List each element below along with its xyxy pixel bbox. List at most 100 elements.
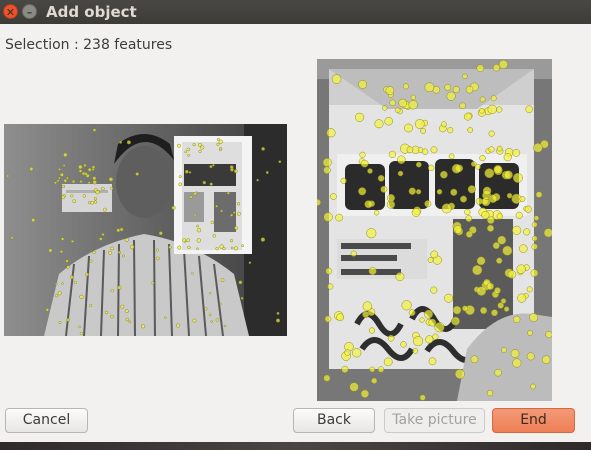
feature-point-marker	[419, 394, 426, 401]
feature-point-marker	[188, 171, 192, 174]
feature-point-marker	[400, 341, 407, 348]
feature-point-marker	[89, 259, 93, 263]
feature-point-marker	[424, 200, 432, 208]
feature-point-marker	[452, 305, 462, 315]
feature-point-marker	[512, 149, 521, 157]
feature-point-marker	[408, 100, 418, 110]
feature-point-marker	[415, 161, 422, 168]
back-button[interactable]: Back	[293, 408, 375, 433]
feature-point-marker	[57, 291, 62, 296]
feature-point-marker	[441, 203, 452, 214]
feature-point-marker	[355, 112, 365, 122]
feature-point-marker	[240, 296, 244, 300]
feature-point-marker	[164, 316, 167, 319]
feature-point-marker	[71, 239, 74, 243]
feature-point-marker	[352, 348, 362, 358]
feature-point-marker	[61, 282, 64, 285]
feature-point-marker	[323, 374, 331, 382]
feature-point-marker	[54, 181, 57, 185]
feature-point-marker	[444, 293, 454, 303]
feature-point-marker	[380, 185, 388, 193]
close-icon[interactable]: ✕	[3, 4, 18, 19]
feature-point-marker	[29, 167, 34, 171]
feature-point-marker	[541, 355, 551, 364]
feature-point-marker	[513, 315, 521, 324]
feature-point-marker	[454, 369, 465, 379]
feature-point-marker	[480, 306, 488, 315]
feature-point-marker	[486, 224, 495, 232]
feature-point-marker	[484, 168, 495, 179]
feature-point-marker	[323, 212, 333, 222]
feature-point-marker	[491, 309, 498, 317]
feature-point-marker	[506, 192, 513, 199]
feature-point-marker	[118, 250, 122, 254]
feature-point-marker	[344, 349, 351, 356]
feature-point-marker	[501, 347, 507, 353]
feature-point-marker	[533, 143, 543, 153]
feature-point-marker	[488, 146, 495, 153]
feature-point-marker	[87, 181, 91, 185]
take-picture-button[interactable]: Take picture	[384, 408, 485, 433]
feature-point-marker	[367, 168, 373, 174]
feature-point-marker	[507, 270, 517, 279]
feature-point-marker	[470, 355, 479, 364]
feature-point-marker	[496, 213, 503, 220]
feature-point-marker	[510, 349, 520, 358]
feature-point-marker	[394, 107, 401, 113]
feature-point-marker	[496, 257, 503, 264]
feature-point-marker	[220, 209, 223, 213]
feature-point-marker	[176, 323, 181, 328]
feature-point-marker	[82, 194, 86, 198]
feature-point-marker	[362, 301, 373, 311]
feature-point-marker	[323, 166, 331, 174]
feature-point-marker	[475, 197, 483, 205]
feature-point-marker	[212, 164, 215, 167]
feature-point-marker	[55, 282, 58, 286]
feature-point-marker	[543, 228, 552, 238]
feature-point-marker	[278, 160, 282, 164]
feature-point-marker	[155, 248, 159, 252]
feature-point-marker	[503, 306, 510, 312]
feature-point-marker	[427, 257, 434, 263]
feature-point-marker	[187, 245, 191, 250]
feature-point-marker	[350, 250, 357, 257]
feature-point-marker	[421, 148, 429, 155]
feature-point-marker	[66, 318, 70, 322]
feature-point-marker	[236, 211, 241, 216]
feature-point-marker	[198, 149, 202, 153]
selection-count-label: Selection : 238 features	[5, 37, 173, 53]
feature-point-marker	[126, 140, 131, 145]
feature-point-marker	[411, 208, 421, 217]
feature-point-marker	[215, 204, 218, 208]
feature-point-marker	[389, 99, 396, 107]
feature-point-marker	[220, 278, 225, 282]
feature-point-marker	[189, 195, 193, 199]
end-button[interactable]: End	[492, 408, 575, 433]
feature-point-marker	[472, 265, 483, 276]
feature-point-marker	[486, 389, 494, 397]
feature-point-marker	[428, 164, 435, 172]
feature-point-marker	[503, 170, 513, 180]
feature-point-marker	[60, 237, 65, 241]
feature-point-marker	[141, 324, 146, 329]
feature-point-marker	[512, 225, 522, 235]
feature-point-marker	[219, 148, 222, 152]
feature-point-marker	[404, 123, 413, 133]
feature-point-marker	[440, 170, 448, 179]
feature-point-marker	[459, 102, 466, 110]
feature-point-marker	[492, 64, 501, 72]
feature-point-marker	[519, 244, 528, 253]
feature-point-marker	[124, 309, 129, 314]
feature-point-marker	[196, 238, 201, 243]
feature-point-marker	[369, 366, 376, 373]
feature-point-marker	[516, 264, 526, 274]
feature-point-marker	[406, 146, 414, 154]
cancel-button[interactable]: Cancel	[5, 408, 88, 433]
feature-point-marker	[424, 309, 433, 319]
feature-point-marker	[488, 130, 495, 137]
feature-point-marker	[462, 73, 468, 79]
feature-point-marker	[117, 285, 122, 290]
feature-point-marker	[402, 83, 409, 90]
feature-point-marker	[476, 64, 485, 73]
minimize-icon[interactable]: –	[22, 4, 37, 19]
